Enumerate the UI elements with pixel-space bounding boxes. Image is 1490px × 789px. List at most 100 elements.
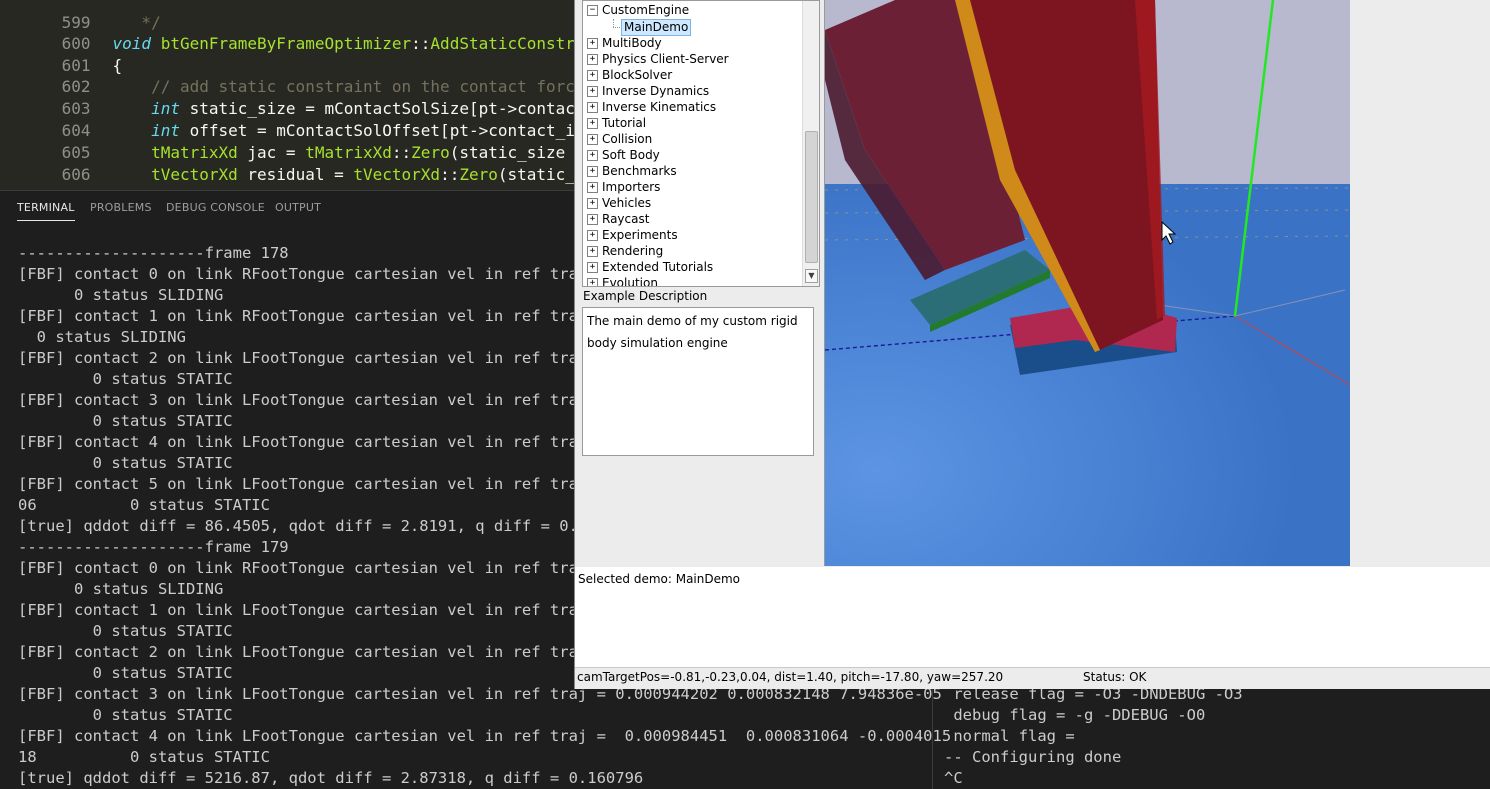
terminal-line: 0 status STATIC — [18, 706, 233, 724]
terminal-line: 0 status STATIC — [18, 370, 233, 388]
terminal-line: 0 status STATIC — [18, 454, 233, 472]
terminal-line: [true] qddot diff = 5216.87, qdot diff =… — [18, 769, 644, 787]
tree-item-collision[interactable]: + Collision — [587, 131, 652, 147]
log-area[interactable]: Selected demo: MainDemo — [575, 567, 1490, 667]
terminal-line: 0 status SLIDING — [18, 328, 186, 346]
expand-icon[interactable]: + — [587, 230, 598, 241]
expand-icon[interactable]: + — [587, 54, 598, 65]
tree-item-physics-client-server[interactable]: + Physics Client-Server — [587, 51, 729, 67]
tree-item-experiments[interactable]: + Experiments — [587, 227, 678, 243]
scroll-down-icon[interactable]: ▼ — [805, 269, 818, 283]
tree-item-benchmarks[interactable]: + Benchmarks — [587, 163, 677, 179]
tree-item-rendering[interactable]: + Rendering — [587, 243, 663, 259]
tree-item-label: Benchmarks — [602, 164, 677, 178]
terminal-line: [FBF] contact 0 on link RFootTongue cart… — [18, 559, 588, 577]
tree-item-label: Experiments — [602, 228, 678, 242]
expand-icon[interactable]: + — [587, 86, 598, 97]
terminal-line: [FBF] contact 1 on link RFootTongue cart… — [18, 307, 588, 325]
tree-item-multibody[interactable]: + MultiBody — [587, 35, 662, 51]
tree-item-label: Evolution — [602, 276, 658, 287]
terminal-line: [FBF] contact 4 on link LFootTongue cart… — [18, 727, 952, 745]
status-bar: camTargetPos=-0.81,-0.23,0.04, dist=1.40… — [575, 667, 1490, 689]
expand-icon[interactable]: + — [587, 166, 598, 177]
example-tree[interactable]: − CustomEngine MainDemo + MultiBody + Physic… — [582, 0, 820, 287]
tree-item-label: Inverse Kinematics — [602, 100, 717, 114]
terminal-line-right: ^C — [944, 769, 963, 787]
tree-item-evolution[interactable]: + Evolution — [587, 275, 658, 287]
tree-item-label: CustomEngine — [602, 3, 690, 17]
terminal-line: [true] qddot diff = 86.4505, qdot diff =… — [18, 517, 597, 535]
tree-item-extended-tutorials[interactable]: + Extended Tutorials — [587, 259, 713, 275]
tree-item-label: Raycast — [602, 212, 650, 226]
expand-icon[interactable]: + — [587, 262, 598, 273]
tree-item-label: BlockSolver — [602, 68, 673, 82]
tree-connector — [613, 27, 620, 28]
tab-output[interactable]: OUTPUT — [275, 201, 321, 214]
tree-item-label: Collision — [602, 132, 653, 146]
3d-viewport[interactable] — [824, 0, 1350, 566]
expand-icon[interactable]: + — [587, 198, 598, 209]
terminal-line: 0 status STATIC — [18, 664, 233, 682]
expand-icon[interactable]: + — [587, 246, 598, 257]
tree-item-importers[interactable]: + Importers — [587, 179, 660, 195]
code-line[interactable]: 601{ — [0, 33, 123, 75]
terminal-line: [FBF] contact 2 on link LFootTongue cart… — [18, 643, 588, 661]
terminal-line: [FBF] contact 2 on link LFootTongue cart… — [18, 349, 588, 367]
terminal-line: [FBF] contact 4 on link LFootTongue cart… — [18, 433, 588, 451]
tree-item-maindemo[interactable]: MainDemo — [621, 19, 692, 36]
tree-item-blocksolver[interactable]: + BlockSolver — [587, 67, 672, 83]
tree-item-label: MultiBody — [602, 36, 662, 50]
tree-item-soft-body[interactable]: + Soft Body — [587, 147, 660, 163]
expand-icon[interactable]: + — [587, 150, 598, 161]
expand-icon[interactable]: + — [587, 70, 598, 81]
tree-item-inverse-dynamics[interactable]: + Inverse Dynamics — [587, 83, 709, 99]
description-label: Example Description — [583, 289, 708, 303]
tab-debug-console[interactable]: DEBUG CONSOLE — [166, 201, 265, 214]
tree-item-label: Rendering — [602, 244, 664, 258]
expand-icon[interactable]: + — [587, 102, 598, 113]
code-line[interactable]: 607 — [0, 164, 113, 206]
camera-info-text: camTargetPos=-0.81,-0.23,0.04, dist=1.40… — [577, 670, 1004, 684]
terminal-line: 0 status SLIDING — [18, 580, 224, 598]
scroll-thumb[interactable] — [805, 131, 818, 263]
terminal-split-divider[interactable] — [932, 686, 933, 789]
terminal-line: 06 0 status STATIC — [18, 496, 270, 514]
code-line[interactable]: 606 tVectorXd residual = tVectorXd::Zero… — [0, 142, 614, 184]
expand-icon[interactable]: + — [587, 118, 598, 129]
tree-item-vehicles[interactable]: + Vehicles — [587, 195, 651, 211]
terminal-line: --------------------frame 178 — [18, 244, 289, 262]
expand-icon[interactable]: + — [587, 278, 598, 286]
tree-item-customengine[interactable]: − CustomEngine — [587, 2, 689, 18]
terminal-line: [FBF] contact 1 on link LFootTongue cart… — [18, 601, 588, 619]
tree-connector — [613, 19, 614, 27]
tree-item-raycast[interactable]: + Raycast — [587, 211, 649, 227]
tree-item-label: Extended Tutorials — [602, 260, 714, 274]
terminal-line: [FBF] contact 5 on link LFootTongue cart… — [18, 475, 588, 493]
terminal-line: [FBF] contact 0 on link RFootTongue cart… — [18, 265, 588, 283]
description-box: The main demo of my custom rigid body si… — [582, 307, 814, 456]
code-line[interactable]: 603 int static_size = mContactSolSize[pt… — [0, 76, 614, 118]
scene-render — [825, 0, 1350, 566]
code-text: void btGenFrameByFrameOptimizer::AddStat… — [112, 34, 614, 53]
expand-icon[interactable]: + — [587, 134, 598, 145]
tree-item-tutorial[interactable]: + Tutorial — [587, 115, 646, 131]
code-line[interactable]: 604 int offset = mContactSolOffset[pt->c… — [0, 98, 604, 140]
terminal-line-right: -- Configuring done — [944, 748, 1122, 766]
tree-item-label: Tutorial — [602, 116, 647, 130]
code-line[interactable]: 602 // add static constraint on the cont… — [0, 54, 585, 96]
terminal-line: 18 0 status STATIC — [18, 748, 270, 766]
expand-icon[interactable]: + — [587, 38, 598, 49]
terminal-line: 0 status STATIC — [18, 622, 233, 640]
collapse-icon[interactable]: − — [587, 5, 598, 16]
tree-item-inverse-kinematics[interactable]: + Inverse Kinematics — [587, 99, 716, 115]
terminal-line: [FBF] contact 3 on link LFootTongue cart… — [18, 391, 588, 409]
tree-scrollbar[interactable]: ▼ — [802, 1, 819, 286]
code-line[interactable]: 605 tMatrixXd jac = tMatrixXd::Zero(stat… — [0, 120, 614, 162]
tree-item-label: Physics Client-Server — [602, 52, 729, 66]
example-browser-window: − CustomEngine MainDemo + MultiBody + Physic… — [574, 0, 1490, 689]
tab-terminal[interactable]: TERMINAL — [17, 201, 75, 221]
tab-problems[interactable]: PROBLEMS — [90, 201, 152, 214]
expand-icon[interactable]: + — [587, 182, 598, 193]
expand-icon[interactable]: + — [587, 214, 598, 225]
code-line[interactable]: 600 void btGenFrameByFrameOptimizer::AddS… — [0, 11, 614, 53]
